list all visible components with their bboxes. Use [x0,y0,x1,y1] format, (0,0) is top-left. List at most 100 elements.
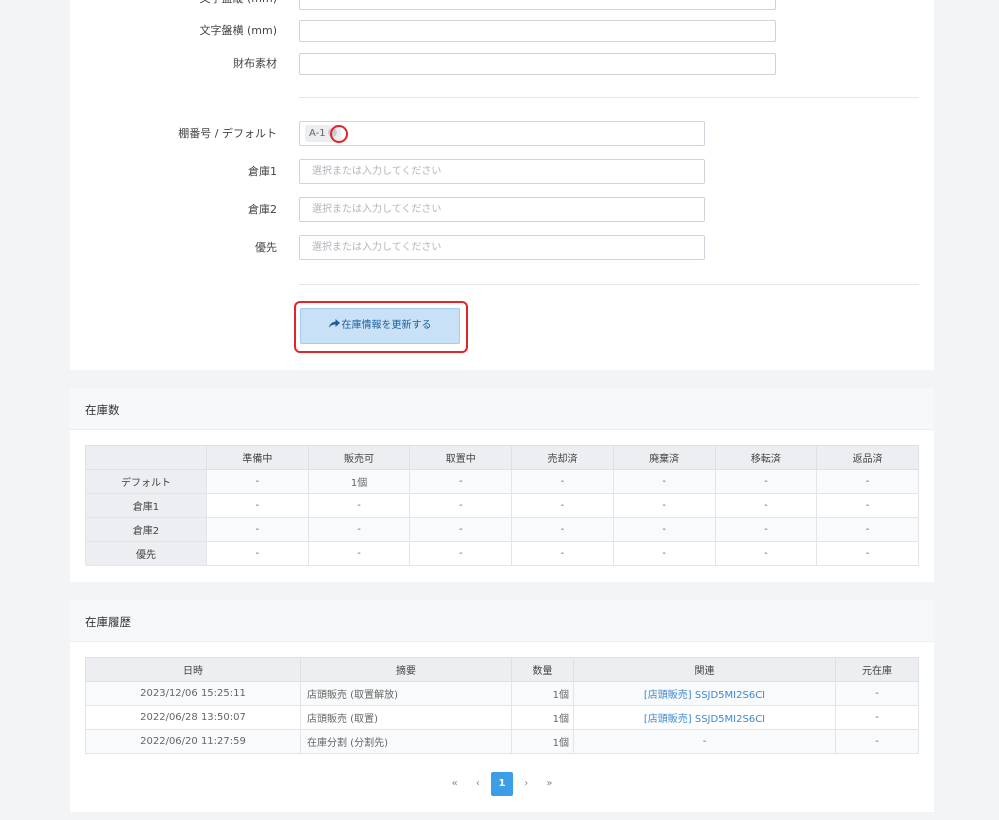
table-cell: - [307,493,411,518]
form-row-warehouse1: 倉庫1 選択または入力してください [70,159,934,184]
column-header: 数量 [511,657,574,682]
table-cell: - [409,469,513,494]
stock-table: 準備中 販売可 取置中 売却済 廃棄済 移転済 返品済 デフォルト - 1個 -… [85,445,919,566]
qty-cell: 1個 [511,681,574,706]
form-row-dial-width: 文字盤横 (mm) [70,20,934,42]
table-row: 2023/12/06 15:25:11 店頭販売 (取置解放) 1個 [店頭販売… [85,681,919,706]
table-row: 優先 - - - - - - - [85,541,919,566]
panel-header: 在庫履歴 [70,600,934,642]
shelf-default-select[interactable]: A-1 [299,121,705,146]
table-row: 2022/06/20 11:27:59 在庫分割 (分割先) 1個 - - [85,729,919,754]
column-header: 日時 [85,657,301,682]
pager-next[interactable]: › [516,772,536,796]
table-header-row: 準備中 販売可 取置中 売却済 廃棄済 移転済 返品済 [85,445,919,470]
column-header: 販売可 [307,445,411,470]
origin-cell: - [835,729,919,754]
highlight-box: 在庫情報を更新する [294,301,468,353]
table-cell: - [612,469,716,494]
warehouse2-select[interactable]: 選択または入力してください [299,197,705,222]
column-header: 返品済 [816,445,919,470]
field-label: 文字盤縦 (mm) [199,0,277,10]
table-row: 倉庫1 - - - - - - - [85,493,919,518]
form-row-warehouse2: 倉庫2 選択または入力してください [70,197,934,222]
column-header: 売却済 [511,445,614,470]
summary-cell: 店頭販売 (取置) [300,705,512,730]
share-arrow-icon [328,319,340,328]
origin-cell: - [835,705,919,730]
table-cell: - [511,493,614,518]
panel-header: 在庫数 [70,388,934,430]
summary-cell: 店頭販売 (取置解放) [300,681,512,706]
field-label: 倉庫1 [248,165,277,178]
table-row: 2022/06/28 13:50:07 店頭販売 (取置) 1個 [店頭販売] … [85,705,919,730]
history-table: 日時 摘要 数量 関連 元在庫 2023/12/06 15:25:11 店頭販売… [85,657,919,754]
pagination: « ‹ 1 › » [70,772,934,796]
table-cell: - [816,469,919,494]
table-cell: - [612,493,716,518]
table-cell: - [206,517,309,542]
table-cell: - [816,493,919,518]
priority-select[interactable]: 選択または入力してください [299,235,705,260]
column-header: 摘要 [300,657,512,682]
table-cell: - [612,517,716,542]
origin-cell: - [835,681,919,706]
form-row-dial-height: 文字盤縦 (mm) [70,0,934,10]
field-label: 財布素材 [233,57,277,70]
table-cell: - [206,541,309,566]
related-cell: [店頭販売] SSJD5MI2S6CI [573,681,836,706]
form-row-wallet-material: 財布素材 [70,53,934,75]
dial-height-input[interactable] [299,0,776,10]
summary-cell: 在庫分割 (分割先) [300,729,512,754]
table-cell: - [511,541,614,566]
highlight-ring [330,125,348,143]
row-header: デフォルト [85,469,207,494]
row-header: 倉庫2 [85,517,207,542]
table-cell: - [816,541,919,566]
column-header: 廃棄済 [612,445,716,470]
pager-first[interactable]: « [445,772,465,796]
table-cell: - [816,517,919,542]
table-cell: - [307,541,411,566]
column-header: 元在庫 [835,657,919,682]
divider [299,284,919,285]
update-stock-button[interactable]: 在庫情報を更新する [300,308,460,344]
stock-count-panel: 在庫数 準備中 販売可 取置中 売却済 廃棄済 移転済 返品済 デフォルト - … [70,388,934,582]
table-cell: - [409,541,513,566]
related-link[interactable]: [店頭販売] SSJD5MI2S6CI [644,690,765,701]
panel-title: 在庫履歴 [85,615,131,629]
divider [299,97,919,98]
datetime-cell: 2022/06/28 13:50:07 [85,705,301,730]
table-cell: - [714,469,818,494]
table-cell: - [409,493,513,518]
stock-form-panel: 文字盤縦 (mm) 文字盤横 (mm) 財布素材 棚番号 / デフォルト A-1… [70,0,934,370]
table-row: 倉庫2 - - - - - - - [85,517,919,542]
wallet-material-input[interactable] [299,53,776,75]
table-cell: 1個 [307,469,411,494]
table-cell: - [714,541,818,566]
form-row-priority: 優先 選択または入力してください [70,235,934,260]
column-header: 準備中 [206,445,309,470]
row-header: 倉庫1 [85,493,207,518]
related-cell: - [573,729,836,754]
table-cell: - [511,517,614,542]
dial-width-input[interactable] [299,20,776,42]
pager-last[interactable]: » [539,772,559,796]
pager-page-1[interactable]: 1 [491,772,513,796]
table-row: デフォルト - 1個 - - - - - [85,469,919,494]
table-cell: - [511,469,614,494]
column-header: 取置中 [409,445,513,470]
field-label: 優先 [255,241,277,254]
related-link[interactable]: [店頭販売] SSJD5MI2S6CI [644,714,765,725]
datetime-cell: 2023/12/06 15:25:11 [85,681,301,706]
pager-prev[interactable]: ‹ [468,772,488,796]
datetime-cell: 2022/06/20 11:27:59 [85,729,301,754]
qty-cell: 1個 [511,705,574,730]
column-header: 移転済 [714,445,818,470]
warehouse1-select[interactable]: 選択または入力してください [299,159,705,184]
table-cell: - [714,493,818,518]
table-cell: - [409,517,513,542]
form-row-shelf-default: 棚番号 / デフォルト A-1 [70,121,934,146]
column-header [85,445,207,470]
table-cell: - [714,517,818,542]
table-cell: - [307,517,411,542]
